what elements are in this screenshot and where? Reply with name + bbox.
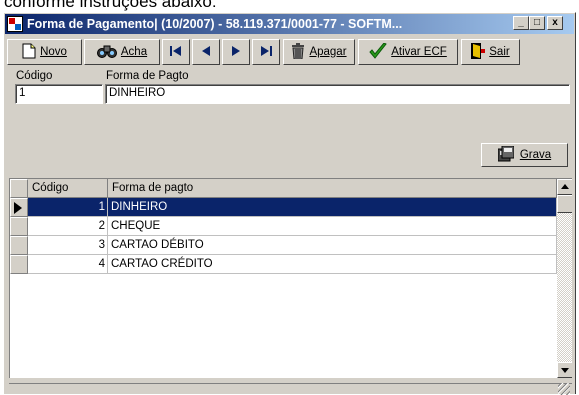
- codigo-field[interactable]: 1: [15, 84, 103, 104]
- table-row-3-codigo[interactable]: 4: [28, 255, 108, 274]
- previous-record-button[interactable]: [192, 39, 220, 65]
- save-icon: [497, 145, 515, 165]
- sair-button[interactable]: Sair: [461, 39, 520, 65]
- novo-label: Novo: [40, 46, 67, 58]
- table-row-1-forma[interactable]: CHEQUE: [108, 217, 557, 236]
- apagar-button[interactable]: Apagar: [283, 39, 355, 65]
- payment-grid: Código Forma de pagto 1 DINHEIRO 2 CHEQU…: [9, 178, 572, 378]
- last-record-icon: [260, 45, 272, 59]
- apagar-label: Apagar: [309, 46, 347, 58]
- new-document-icon: [22, 43, 36, 62]
- trash-icon: [291, 42, 305, 62]
- last-record-button[interactable]: [252, 39, 280, 65]
- grava-label: Grava: [519, 149, 552, 161]
- page-caption: conforme instruções abaixo:: [4, 0, 217, 11]
- novo-button[interactable]: Novo: [7, 39, 82, 65]
- scroll-thumb[interactable]: [557, 195, 572, 213]
- status-bar: [9, 383, 572, 395]
- codigo-label: Código: [16, 70, 53, 82]
- first-record-icon: [170, 45, 182, 59]
- close-button[interactable]: x: [547, 16, 563, 30]
- first-record-button[interactable]: [162, 39, 190, 65]
- row-indicator[interactable]: [10, 255, 28, 274]
- table-row-3-forma[interactable]: CARTAO CRÉDITO: [108, 255, 557, 274]
- resize-grip-icon[interactable]: [558, 383, 570, 395]
- arrow-down-icon: [561, 368, 569, 373]
- app-icon[interactable]: [7, 16, 23, 32]
- sair-label: Sair: [489, 46, 510, 58]
- grid-corner: [10, 179, 28, 198]
- window-title: Forma de Pagamento| (10/2007) - 58.119.3…: [27, 17, 403, 31]
- ativar-ecf-label: Ativar ECF: [391, 46, 447, 58]
- checkmark-icon: [369, 41, 387, 62]
- title-bar[interactable]: Forma de Pagamento| (10/2007) - 58.119.3…: [5, 14, 574, 34]
- table-row-2-forma[interactable]: CARTAO DÉBITO: [108, 236, 557, 255]
- current-row-icon: [14, 202, 22, 214]
- row-indicator[interactable]: [10, 236, 28, 255]
- binoculars-icon: [96, 43, 117, 62]
- table-row-1-codigo[interactable]: 2: [28, 217, 108, 236]
- forma-label: Forma de Pagto: [106, 70, 189, 82]
- column-header-forma[interactable]: Forma de pagto: [108, 179, 557, 198]
- payment-form-window: Forma de Pagamento| (10/2007) - 58.119.3…: [3, 12, 576, 395]
- exit-door-icon: [471, 42, 486, 62]
- ativar-ecf-button[interactable]: Ativar ECF: [358, 39, 458, 65]
- grava-button[interactable]: Grava: [481, 143, 568, 167]
- column-header-codigo[interactable]: Código: [28, 179, 108, 198]
- scroll-up-button[interactable]: [557, 179, 572, 195]
- forma-pagto-field[interactable]: DINHEIRO: [105, 84, 570, 104]
- acha-label: Acha: [120, 46, 148, 58]
- next-record-button[interactable]: [222, 39, 250, 65]
- acha-button[interactable]: Acha: [84, 39, 160, 65]
- arrow-up-icon: [561, 184, 569, 189]
- scroll-down-button[interactable]: [557, 362, 572, 378]
- row-indicator[interactable]: [10, 198, 28, 217]
- minimize-button[interactable]: _: [513, 16, 529, 30]
- next-record-icon: [231, 45, 241, 59]
- table-row-0-codigo[interactable]: 1: [28, 198, 108, 217]
- row-indicator[interactable]: [10, 217, 28, 236]
- table-row-2-codigo[interactable]: 3: [28, 236, 108, 255]
- previous-record-icon: [201, 45, 211, 59]
- table-row-0-forma[interactable]: DINHEIRO: [108, 198, 557, 217]
- vertical-scrollbar[interactable]: [557, 179, 572, 378]
- maximize-button[interactable]: □: [529, 16, 545, 30]
